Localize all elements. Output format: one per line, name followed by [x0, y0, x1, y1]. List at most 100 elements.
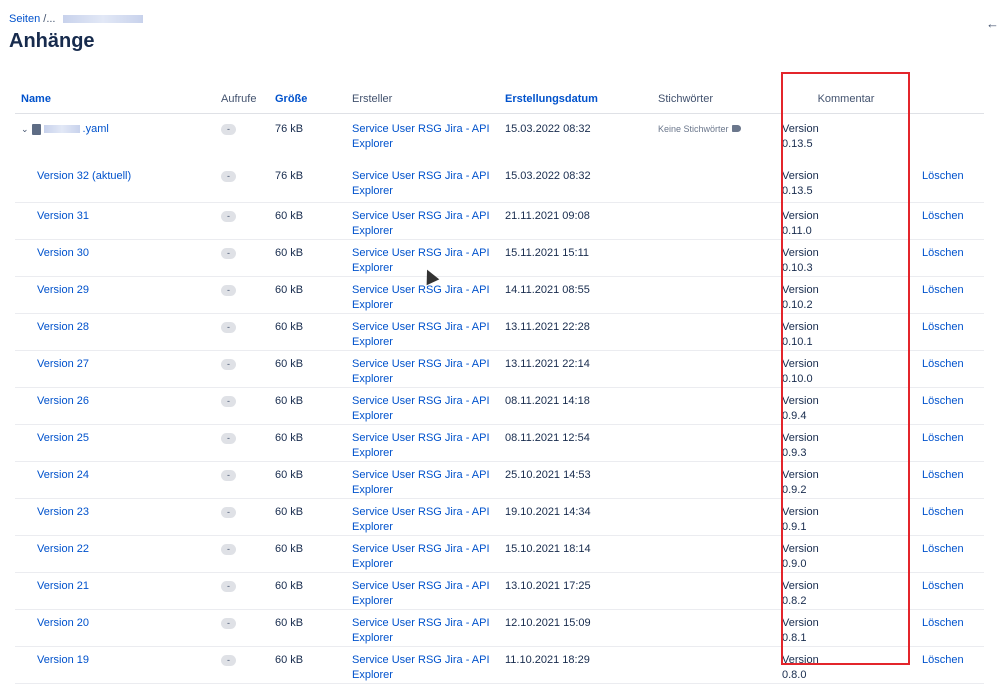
version-link[interactable]: Version 25 — [37, 432, 89, 444]
breadcrumb-current-link[interactable] — [62, 15, 143, 24]
file-size: 60 kB — [269, 276, 346, 314]
file-icon — [31, 123, 41, 135]
delete-link[interactable]: Löschen — [922, 284, 964, 296]
tags-cell — [652, 239, 776, 277]
delete-link[interactable]: Löschen — [922, 321, 964, 333]
version-link[interactable]: Version 24 — [37, 469, 89, 481]
column-header-creator: Ersteller — [346, 88, 499, 114]
file-name-blurred[interactable] — [43, 125, 80, 133]
version-link[interactable]: Version 29 — [37, 284, 89, 296]
creator-link[interactable]: Service User RSG Jira - API Explorer — [352, 284, 490, 311]
creator-link[interactable]: Service User RSG Jira - API Explorer — [352, 432, 490, 459]
chevron-down-icon[interactable]: ⌄ — [21, 122, 29, 137]
creator-link[interactable]: Service User RSG Jira - API Explorer — [352, 580, 490, 607]
version-link[interactable]: Version 26 — [37, 395, 89, 407]
creator-link[interactable]: Service User RSG Jira - API Explorer — [352, 543, 490, 570]
tag-icon[interactable] — [731, 125, 741, 133]
file-size: 60 kB — [269, 387, 346, 425]
delete-link[interactable]: Löschen — [922, 469, 964, 481]
tags-cell — [652, 276, 776, 314]
version-link[interactable]: Version 21 — [37, 580, 89, 592]
creator-link[interactable]: Service User RSG Jira - API Explorer — [352, 617, 490, 644]
tags-cell — [652, 646, 776, 684]
version-row: Version 27 - 60 kB Service User RSG Jira - … — [15, 350, 984, 388]
comment: Version 0.9.0 — [776, 535, 916, 573]
created-date: 19.10.2021 14:34 — [499, 498, 652, 536]
tags-cell — [652, 572, 776, 610]
file-size: 76 kB — [269, 165, 346, 203]
delete-link[interactable]: Löschen — [922, 432, 964, 444]
version-link[interactable]: Version 28 — [37, 321, 89, 333]
column-header-name[interactable]: Name — [15, 88, 215, 114]
delete-link[interactable]: Löschen — [922, 210, 964, 222]
delete-link[interactable]: Löschen — [922, 170, 964, 182]
delete-link[interactable]: Löschen — [922, 580, 964, 592]
file-size: 60 kB — [269, 498, 346, 536]
creator-link[interactable]: Service User RSG Jira - API Explorer — [352, 247, 490, 274]
file-name-suffix[interactable]: .yaml — [83, 122, 109, 137]
creator-link[interactable]: Service User RSG Jira - API Explorer — [352, 506, 490, 533]
delete-link[interactable]: Löschen — [922, 395, 964, 407]
tags-cell — [652, 387, 776, 425]
tags-cell — [652, 424, 776, 462]
file-size: 60 kB — [269, 609, 346, 647]
views-badge: - — [221, 654, 236, 666]
version-link[interactable]: Version 31 — [37, 210, 89, 222]
creator-link[interactable]: Service User RSG Jira - API Explorer — [352, 170, 490, 197]
delete-link[interactable]: Löschen — [922, 543, 964, 555]
views-badge: - — [221, 506, 236, 518]
file-size: 60 kB — [269, 313, 346, 351]
comment: Version 0.8.0 — [776, 646, 916, 684]
creator-link[interactable]: Service User RSG Jira - API Explorer — [352, 123, 490, 150]
comment: Version 0.9.4 — [776, 387, 916, 425]
views-badge: - — [221, 580, 236, 592]
attachments-table: Name Aufrufe Größe Ersteller Erstellungs… — [15, 88, 984, 684]
file-size: 60 kB — [269, 572, 346, 610]
column-header-comment: Kommentar — [776, 88, 916, 114]
delete-link[interactable]: Löschen — [922, 654, 964, 666]
version-link[interactable]: Version 23 — [37, 506, 89, 518]
version-row: Version 21 - 60 kB Service User RSG Jira - … — [15, 572, 984, 610]
version-link[interactable]: Version 27 — [37, 358, 89, 370]
creator-link[interactable]: Service User RSG Jira - API Explorer — [352, 210, 490, 237]
created-date: 11.10.2021 18:29 — [499, 646, 652, 684]
version-row: Version 32 (aktuell) - 76 kB Service User R… — [15, 165, 984, 203]
creator-link[interactable]: Service User RSG Jira - API Explorer — [352, 469, 490, 496]
file-size: 60 kB — [269, 646, 346, 684]
no-tags-label: Keine Stichwörter — [658, 123, 729, 134]
version-link[interactable]: Version 30 — [37, 247, 89, 259]
file-size: 76 kB — [275, 122, 304, 135]
comment: Version 0.13.5 — [782, 122, 819, 150]
version-row: Version 25 - 60 kB Service User RSG Jira - … — [15, 424, 984, 462]
version-link[interactable]: Version 32 (aktuell) — [37, 170, 131, 182]
attachment-file[interactable]: ⌄ .yaml — [21, 122, 209, 137]
breadcrumb-root-link[interactable]: Seiten — [9, 13, 40, 25]
column-header-size[interactable]: Größe — [269, 88, 346, 114]
version-row: Version 29 - 60 kB Service User RSG Jira - … — [15, 276, 984, 314]
creator-link[interactable]: Service User RSG Jira - API Explorer — [352, 321, 490, 348]
column-header-actions — [916, 88, 984, 114]
creator-link[interactable]: Service User RSG Jira - API Explorer — [352, 358, 490, 385]
views-badge: - — [221, 123, 236, 135]
tags-cell — [652, 461, 776, 499]
creator-link[interactable]: Service User RSG Jira - API Explorer — [352, 395, 490, 422]
delete-link[interactable]: Löschen — [922, 506, 964, 518]
version-link[interactable]: Version 22 — [37, 543, 89, 555]
arrow-left-icon[interactable]: ← — [986, 16, 999, 31]
delete-link[interactable]: Löschen — [922, 617, 964, 629]
comment: Version 0.10.3 — [776, 239, 916, 277]
delete-link[interactable]: Löschen — [922, 358, 964, 370]
created-date: 15.10.2021 18:14 — [499, 535, 652, 573]
table-header-row: Name Aufrufe Größe Ersteller Erstellungs… — [15, 88, 984, 114]
views-badge: - — [221, 543, 236, 555]
comment: Version 0.9.3 — [776, 424, 916, 462]
delete-link[interactable]: Löschen — [922, 247, 964, 259]
views-badge: - — [221, 247, 236, 259]
tags-cell — [652, 165, 776, 203]
creator-link[interactable]: Service User RSG Jira - API Explorer — [352, 654, 490, 681]
views-badge: - — [221, 321, 236, 333]
tags-cell — [652, 313, 776, 351]
version-link[interactable]: Version 19 — [37, 654, 89, 666]
column-header-created[interactable]: Erstellungsdatum — [499, 88, 652, 114]
version-link[interactable]: Version 20 — [37, 617, 89, 629]
